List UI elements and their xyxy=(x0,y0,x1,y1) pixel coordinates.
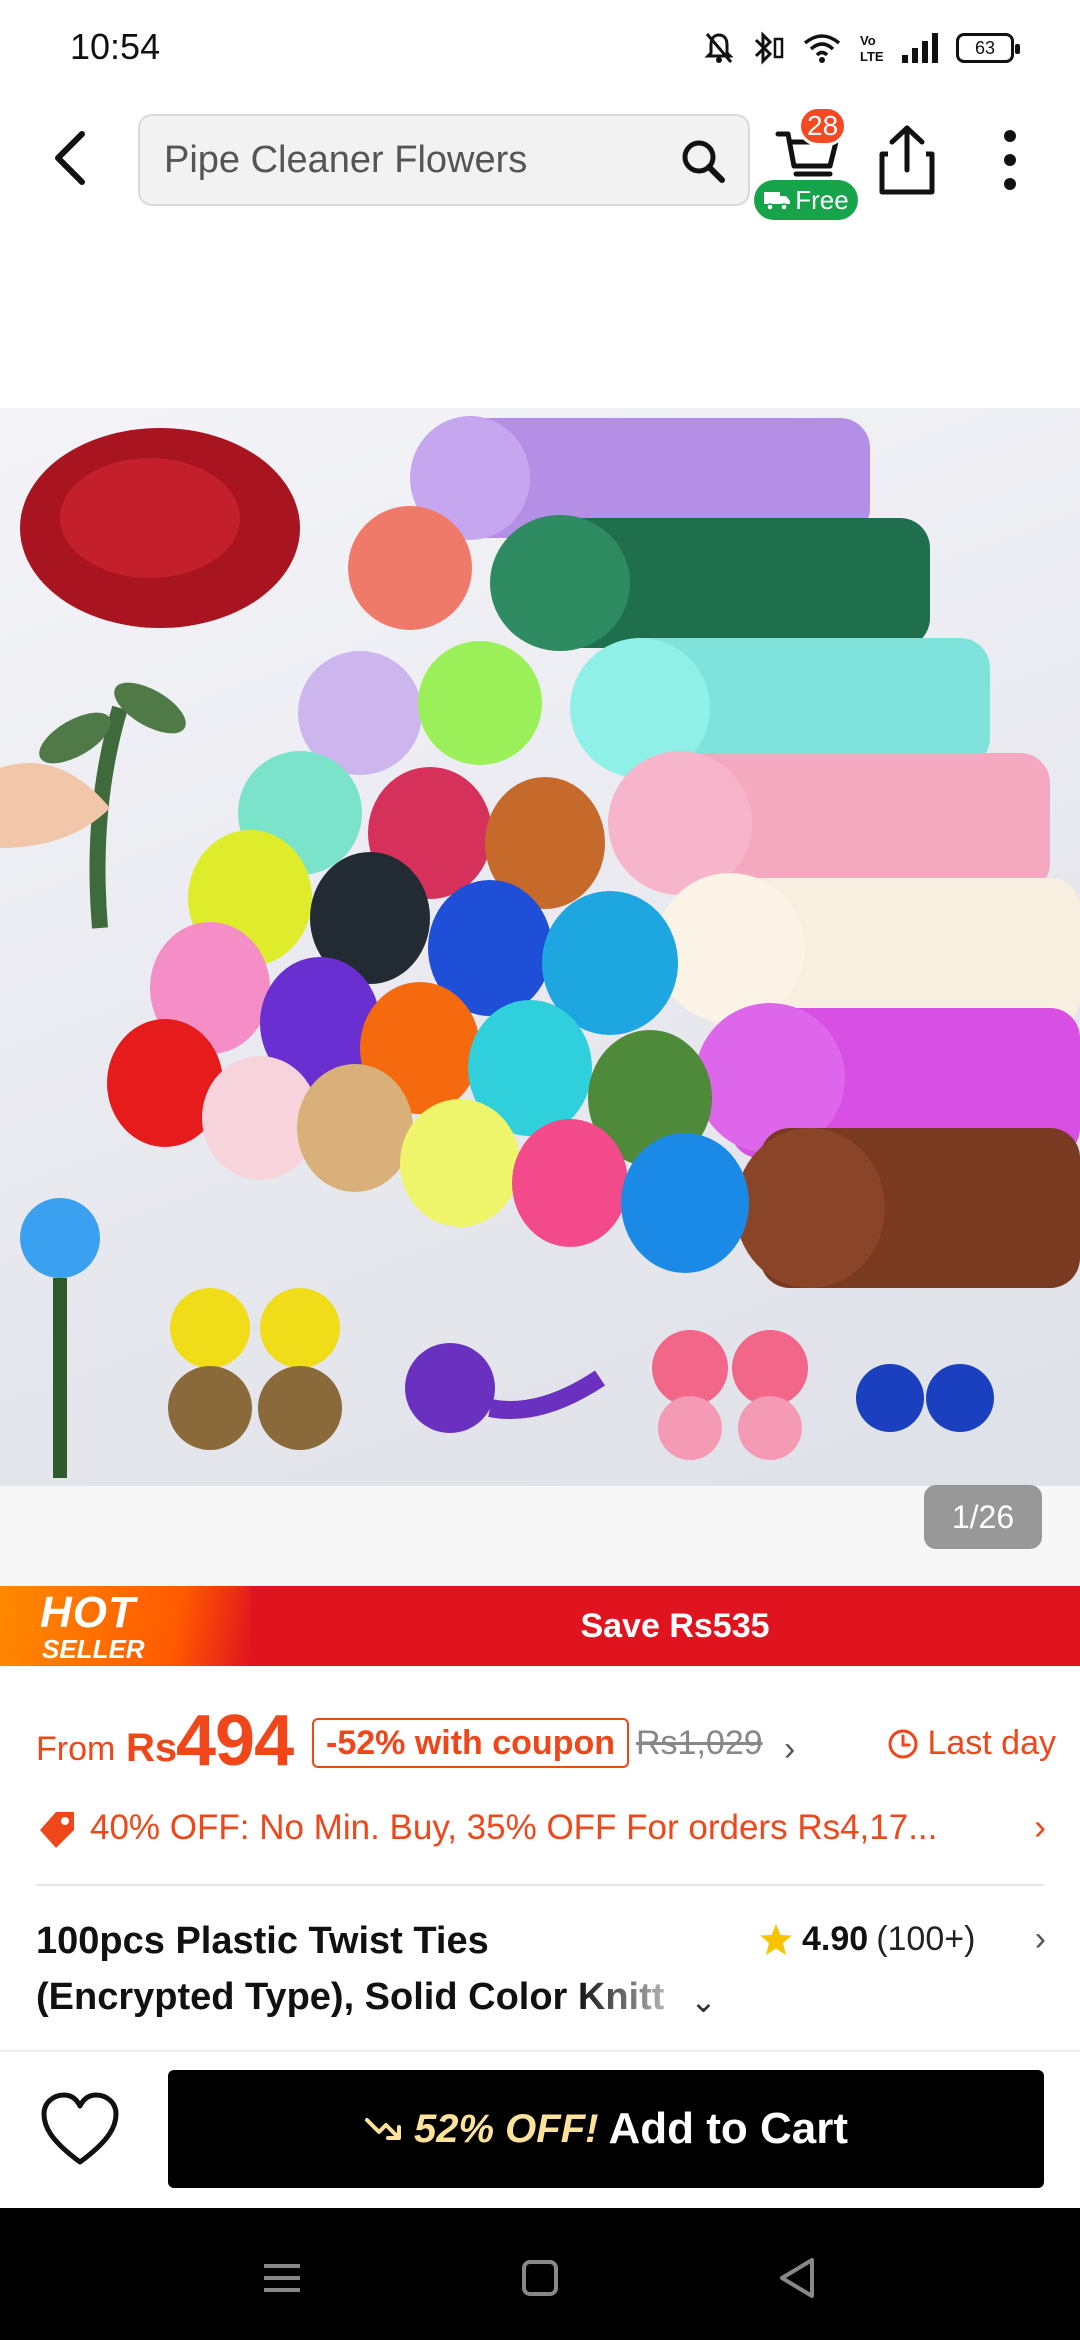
seller-label: SELLER xyxy=(42,1634,145,1664)
divider xyxy=(36,1884,1044,1886)
search-icon[interactable] xyxy=(680,138,726,184)
hot-seller-banner: HOT SELLER Save Rs535 xyxy=(0,1586,1080,1666)
back-arrow-icon xyxy=(55,131,85,185)
status-bar: 10:54 Vo LTE 63 xyxy=(0,0,1080,96)
battery-icon: 63 xyxy=(956,33,1020,63)
volte-icon: Vo LTE xyxy=(860,33,884,64)
signal-icon xyxy=(902,33,938,63)
back-button[interactable] xyxy=(40,118,100,198)
svg-text:LTE: LTE xyxy=(860,49,884,64)
clock-icon xyxy=(888,1729,918,1758)
search-box[interactable] xyxy=(138,114,750,206)
chevron-right-icon: › xyxy=(784,1730,796,1768)
deadline-label: Last day xyxy=(927,1724,1056,1762)
from-label: From xyxy=(36,1730,116,1768)
more-vertical-icon xyxy=(1004,130,1016,190)
discount-text: 40% OFF: No Min. Buy, 35% OFF For orders… xyxy=(90,1808,938,1847)
wishlist-button[interactable] xyxy=(40,2092,130,2182)
status-icons: Vo LTE 63 xyxy=(704,28,1020,68)
discount-row[interactable]: 40% OFF: No Min. Buy, 35% OFF For orders… xyxy=(36,1800,1046,1860)
tag-icon xyxy=(40,1812,74,1848)
home-icon[interactable] xyxy=(510,2248,570,2308)
chevron-down-icon[interactable]: ⌄ xyxy=(690,1982,717,2020)
menu-icon[interactable] xyxy=(252,2248,312,2308)
hot-seller-logo: HOT SELLER xyxy=(0,1586,250,1666)
save-amount: Save Rs535 xyxy=(580,1607,770,1645)
free-shipping-badge: Free xyxy=(754,180,858,220)
rating-value: 4.90 xyxy=(802,1920,869,1958)
heart-icon xyxy=(41,2092,119,2165)
bottom-action-bar: 52% OFF! Add to Cart xyxy=(0,2052,1080,2208)
search-input[interactable] xyxy=(164,116,644,204)
more-options-button[interactable] xyxy=(980,120,1040,200)
rating-count: (100+) xyxy=(876,1920,976,1958)
cart-button[interactable]: 28 Free xyxy=(754,106,862,220)
battery-level: 63 xyxy=(974,37,996,58)
back-triangle-icon[interactable] xyxy=(768,2248,828,2308)
price-value: 494 xyxy=(176,1701,294,1781)
add-to-cart-button[interactable]: 52% OFF! Add to Cart xyxy=(168,2070,1044,2188)
free-label: Free xyxy=(795,185,849,215)
top-bar: 28 Free xyxy=(0,96,1080,230)
chevron-right-icon: › xyxy=(1034,1920,1046,1958)
status-time: 10:54 xyxy=(70,26,161,67)
star-icon xyxy=(760,1923,792,1955)
chevron-right-icon: › xyxy=(1034,1806,1046,1847)
wifi-icon xyxy=(803,34,841,63)
bluetooth-icon xyxy=(754,31,784,65)
rating[interactable]: 4.90 (100+) xyxy=(758,1920,975,1959)
cart-count-badge: 28 xyxy=(798,106,848,146)
product-gallery[interactable]: 1/26 xyxy=(0,230,1080,1586)
product-image[interactable] xyxy=(0,408,1080,1486)
share-button[interactable] xyxy=(872,120,942,200)
coupon-tag: -52% with coupon xyxy=(312,1718,629,1768)
mute-icon xyxy=(704,33,734,63)
discount-off-label: 52% OFF! xyxy=(413,2106,599,2151)
original-price: Rs1,029 xyxy=(636,1724,763,1762)
product-title-line-1: 100pcs Plastic Twist Ties xyxy=(36,1920,489,1962)
system-navigation-bar xyxy=(0,2208,1080,2340)
add-to-cart-label: Add to Cart xyxy=(608,2104,848,2153)
currency-label: Rs xyxy=(126,1726,178,1770)
price-row[interactable]: From Rs 494 -52% with coupon Rs1,029 › L… xyxy=(36,1700,1056,1781)
pipe-cleaner-bundles-illustration xyxy=(0,416,1080,1478)
svg-text:Vo: Vo xyxy=(860,33,876,48)
share-icon xyxy=(879,125,935,195)
hot-label: HOT xyxy=(40,1588,136,1637)
product-title-block[interactable]: 100pcs Plastic Twist Ties (Encrypted Typ… xyxy=(36,1920,1046,2032)
trend-down-icon xyxy=(364,2118,401,2140)
truck-icon xyxy=(764,192,791,211)
deadline: Last day xyxy=(887,1724,1056,1763)
image-counter: 1/26 xyxy=(924,1485,1042,1549)
